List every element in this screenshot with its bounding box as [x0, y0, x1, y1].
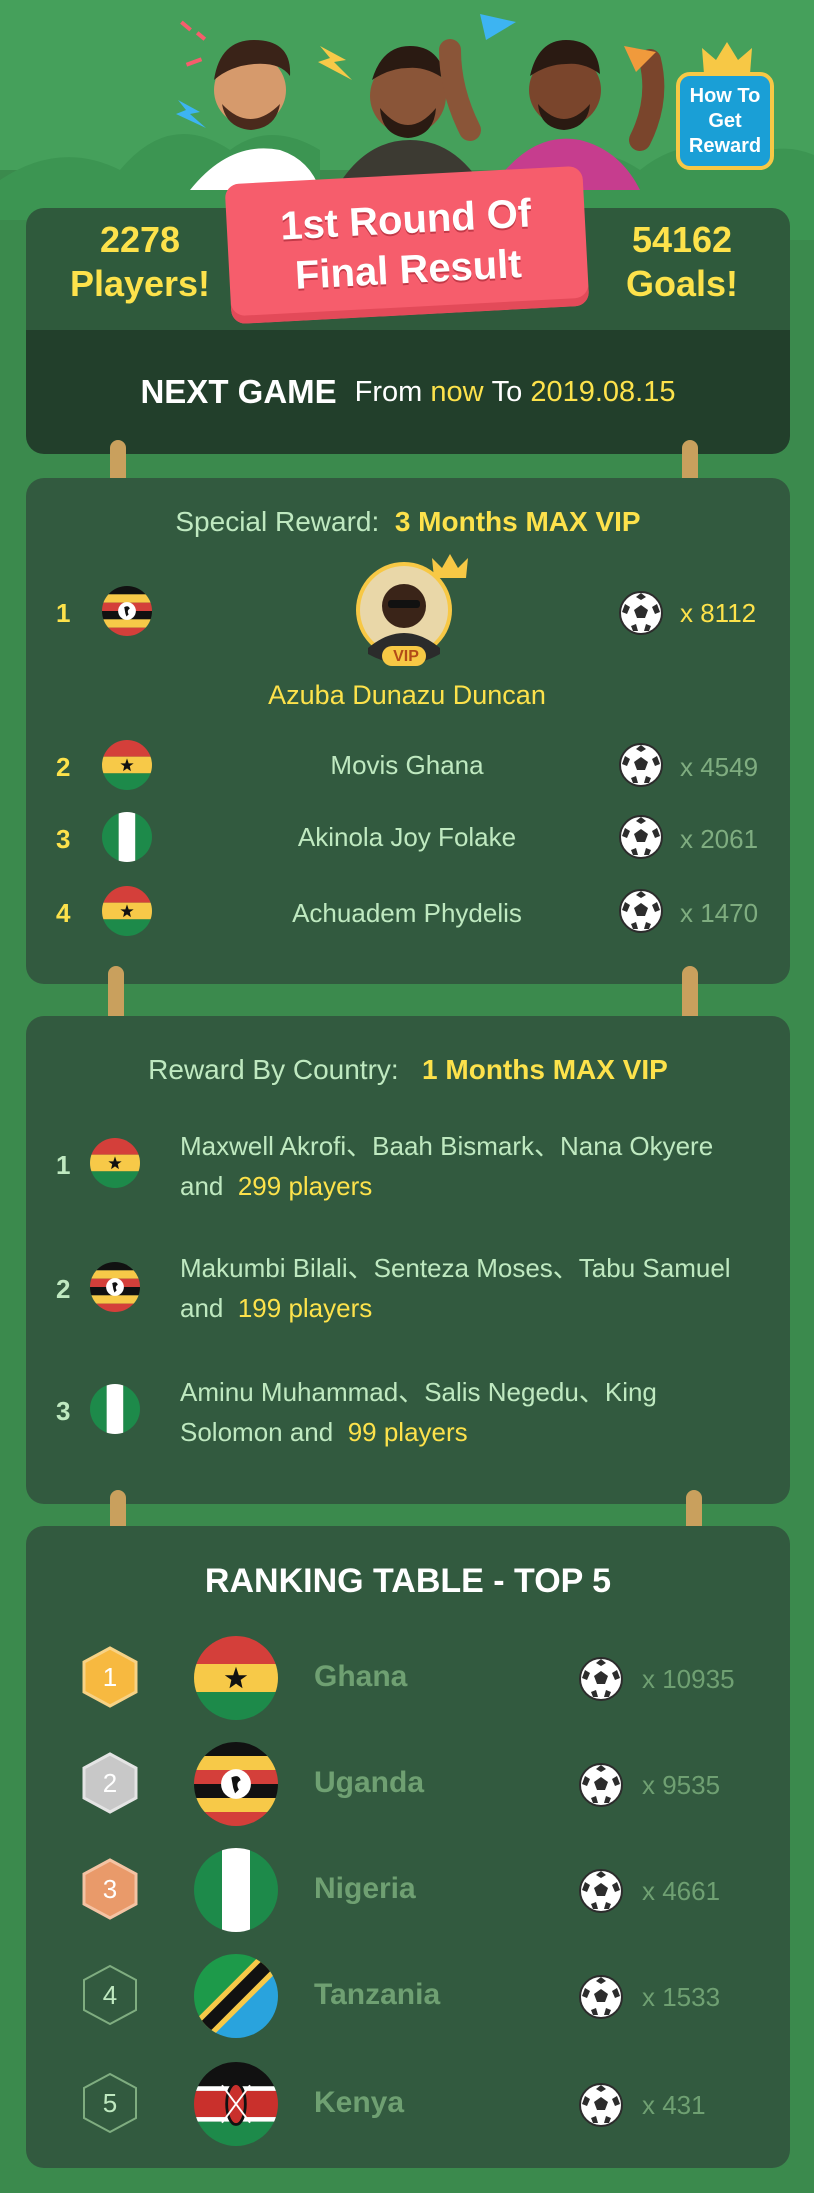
ghana-flag-icon — [102, 740, 152, 790]
special-count-1: x 8112 — [680, 598, 757, 628]
special-rank-4: 4 — [56, 898, 71, 928]
soccer-ball-icon — [618, 888, 664, 934]
soccer-ball-icon — [578, 1868, 624, 1914]
special-count-2: x 4549 — [680, 752, 759, 782]
country-names-1: Maxwell Akrofi、Baah Bismark、Nana Okyere — [180, 1131, 714, 1161]
how-to-line-2: Get — [708, 109, 742, 132]
special-rank-1: 1 — [56, 598, 71, 628]
special-count-4: x 1470 — [680, 898, 759, 928]
players-count: 2278 — [99, 219, 181, 260]
soccer-ball-icon — [618, 742, 664, 788]
country-rank-2: 2 — [56, 1274, 71, 1304]
soccer-ball-icon — [578, 1656, 624, 1702]
country-rank-1: 1 — [56, 1150, 71, 1180]
next-game-date: 2019.08.15 — [530, 375, 676, 408]
country-players-2: 199 players — [237, 1293, 373, 1323]
ranking-count-5: x 431 — [642, 2090, 706, 2120]
ranking-card — [26, 1526, 790, 2168]
ranking-country-3: Nigeria — [314, 1872, 416, 1905]
special-reward-header: Special Reward: 3 Months MAX VIP — [26, 506, 790, 538]
ghana-flag-icon — [102, 886, 152, 936]
tanzania-flag-icon — [194, 1954, 278, 2038]
nigeria-flag-icon — [194, 1848, 278, 1932]
nigeria-flag-icon — [90, 1384, 140, 1434]
country-reward-header: Reward By Country: 1 Months MAX VIP — [26, 1054, 790, 1086]
country-row-3: Aminu Muhammad、Salis Negedu、King Solomon… — [180, 1372, 780, 1452]
country-names-3: Aminu Muhammad、Salis Negedu、King — [180, 1377, 657, 1407]
how-to-get-reward-button[interactable]: How To Get Reward — [676, 72, 774, 170]
nigeria-flag-icon — [102, 812, 152, 862]
country-reward-value: 1 Months MAX VIP — [422, 1054, 668, 1085]
soccer-ball-icon — [578, 1974, 624, 2020]
next-game-now: now — [430, 375, 484, 408]
special-count-3: x 2061 — [680, 824, 759, 854]
country-row-1: Maxwell Akrofi、Baah Bismark、Nana Okyere … — [180, 1126, 780, 1206]
soccer-ball-icon — [578, 1762, 624, 1808]
special-rank-2: 2 — [56, 752, 71, 782]
uganda-flag-icon — [194, 1742, 278, 1826]
players-stat: 2278 Players! — [40, 218, 240, 306]
ranking-rank-3: 3 — [102, 1873, 118, 1904]
players-label: Players! — [69, 263, 211, 304]
kenya-flag-icon — [194, 2062, 278, 2146]
next-game-bar: NEXT GAME From now To 2019.08.15 — [26, 330, 790, 454]
ghana-flag-icon — [90, 1138, 140, 1188]
uganda-flag-icon — [90, 1262, 140, 1312]
special-reward-label: Special Reward: — [175, 506, 380, 537]
soccer-ball-icon — [618, 814, 664, 860]
country-and-1: and — [180, 1171, 224, 1201]
next-game-title: NEXT GAME — [140, 373, 337, 410]
special-name-3: Akinola Joy Folake — [297, 822, 517, 852]
round-banner: 1st Round Of Final Result — [224, 165, 590, 325]
how-to-line-3: Reward — [688, 134, 762, 157]
special-rank-3: 3 — [56, 824, 71, 854]
country-reward-label: Reward By Country: — [148, 1054, 399, 1085]
ranking-rank-2: 2 — [102, 1767, 118, 1798]
country-names-3b: Solomon and — [180, 1417, 334, 1447]
ranking-country-4: Tanzania — [314, 1978, 441, 2011]
ranking-count-2: x 9535 — [642, 1770, 721, 1800]
country-rank-3: 3 — [56, 1396, 71, 1426]
country-row-2: Makumbi Bilali、Senteza Moses、Tabu Samuel… — [180, 1248, 780, 1328]
ranking-rank-4: 4 — [102, 1979, 118, 2010]
how-to-line-1: How To — [689, 84, 761, 107]
winner-name: Azuba Dunazu Duncan — [268, 680, 546, 710]
goals-label: Goals! — [625, 263, 739, 304]
special-reward-value: 3 Months MAX VIP — [394, 506, 641, 537]
soccer-ball-icon — [578, 2082, 624, 2128]
special-name-4: Achuadem Phydelis — [292, 898, 522, 928]
ghana-flag-icon — [194, 1636, 278, 1720]
country-players-1: 299 players — [237, 1171, 373, 1201]
ranking-country-2: Uganda — [314, 1766, 425, 1799]
ranking-count-4: x 1533 — [642, 1982, 721, 2012]
goals-count: 54162 — [631, 219, 733, 260]
next-game-from: From — [354, 375, 423, 408]
country-and-2: and — [180, 1293, 224, 1323]
ranking-title: RANKING TABLE - TOP 5 — [204, 1562, 612, 1600]
vip-badge: VIP — [393, 648, 419, 665]
soccer-ball-icon — [618, 590, 664, 636]
ranking-country-1: Ghana — [314, 1660, 408, 1693]
ranking-rank-5: 5 — [102, 2087, 118, 2118]
ranking-rank-1: 1 — [102, 1661, 118, 1692]
banner-line-2: Final Result — [293, 242, 523, 298]
country-names-2: Makumbi Bilali、Senteza Moses、Tabu Samuel — [180, 1253, 731, 1283]
special-name-2: Movis Ghana — [330, 750, 484, 780]
ranking-count-1: x 10935 — [642, 1664, 735, 1694]
ranking-count-3: x 4661 — [642, 1876, 721, 1906]
uganda-flag-icon — [102, 586, 152, 636]
country-players-3: 99 players — [347, 1417, 468, 1447]
next-game-to: To — [491, 375, 523, 408]
goals-stat: 54162 Goals! — [582, 218, 782, 306]
ranking-country-5: Kenya — [314, 2086, 405, 2119]
